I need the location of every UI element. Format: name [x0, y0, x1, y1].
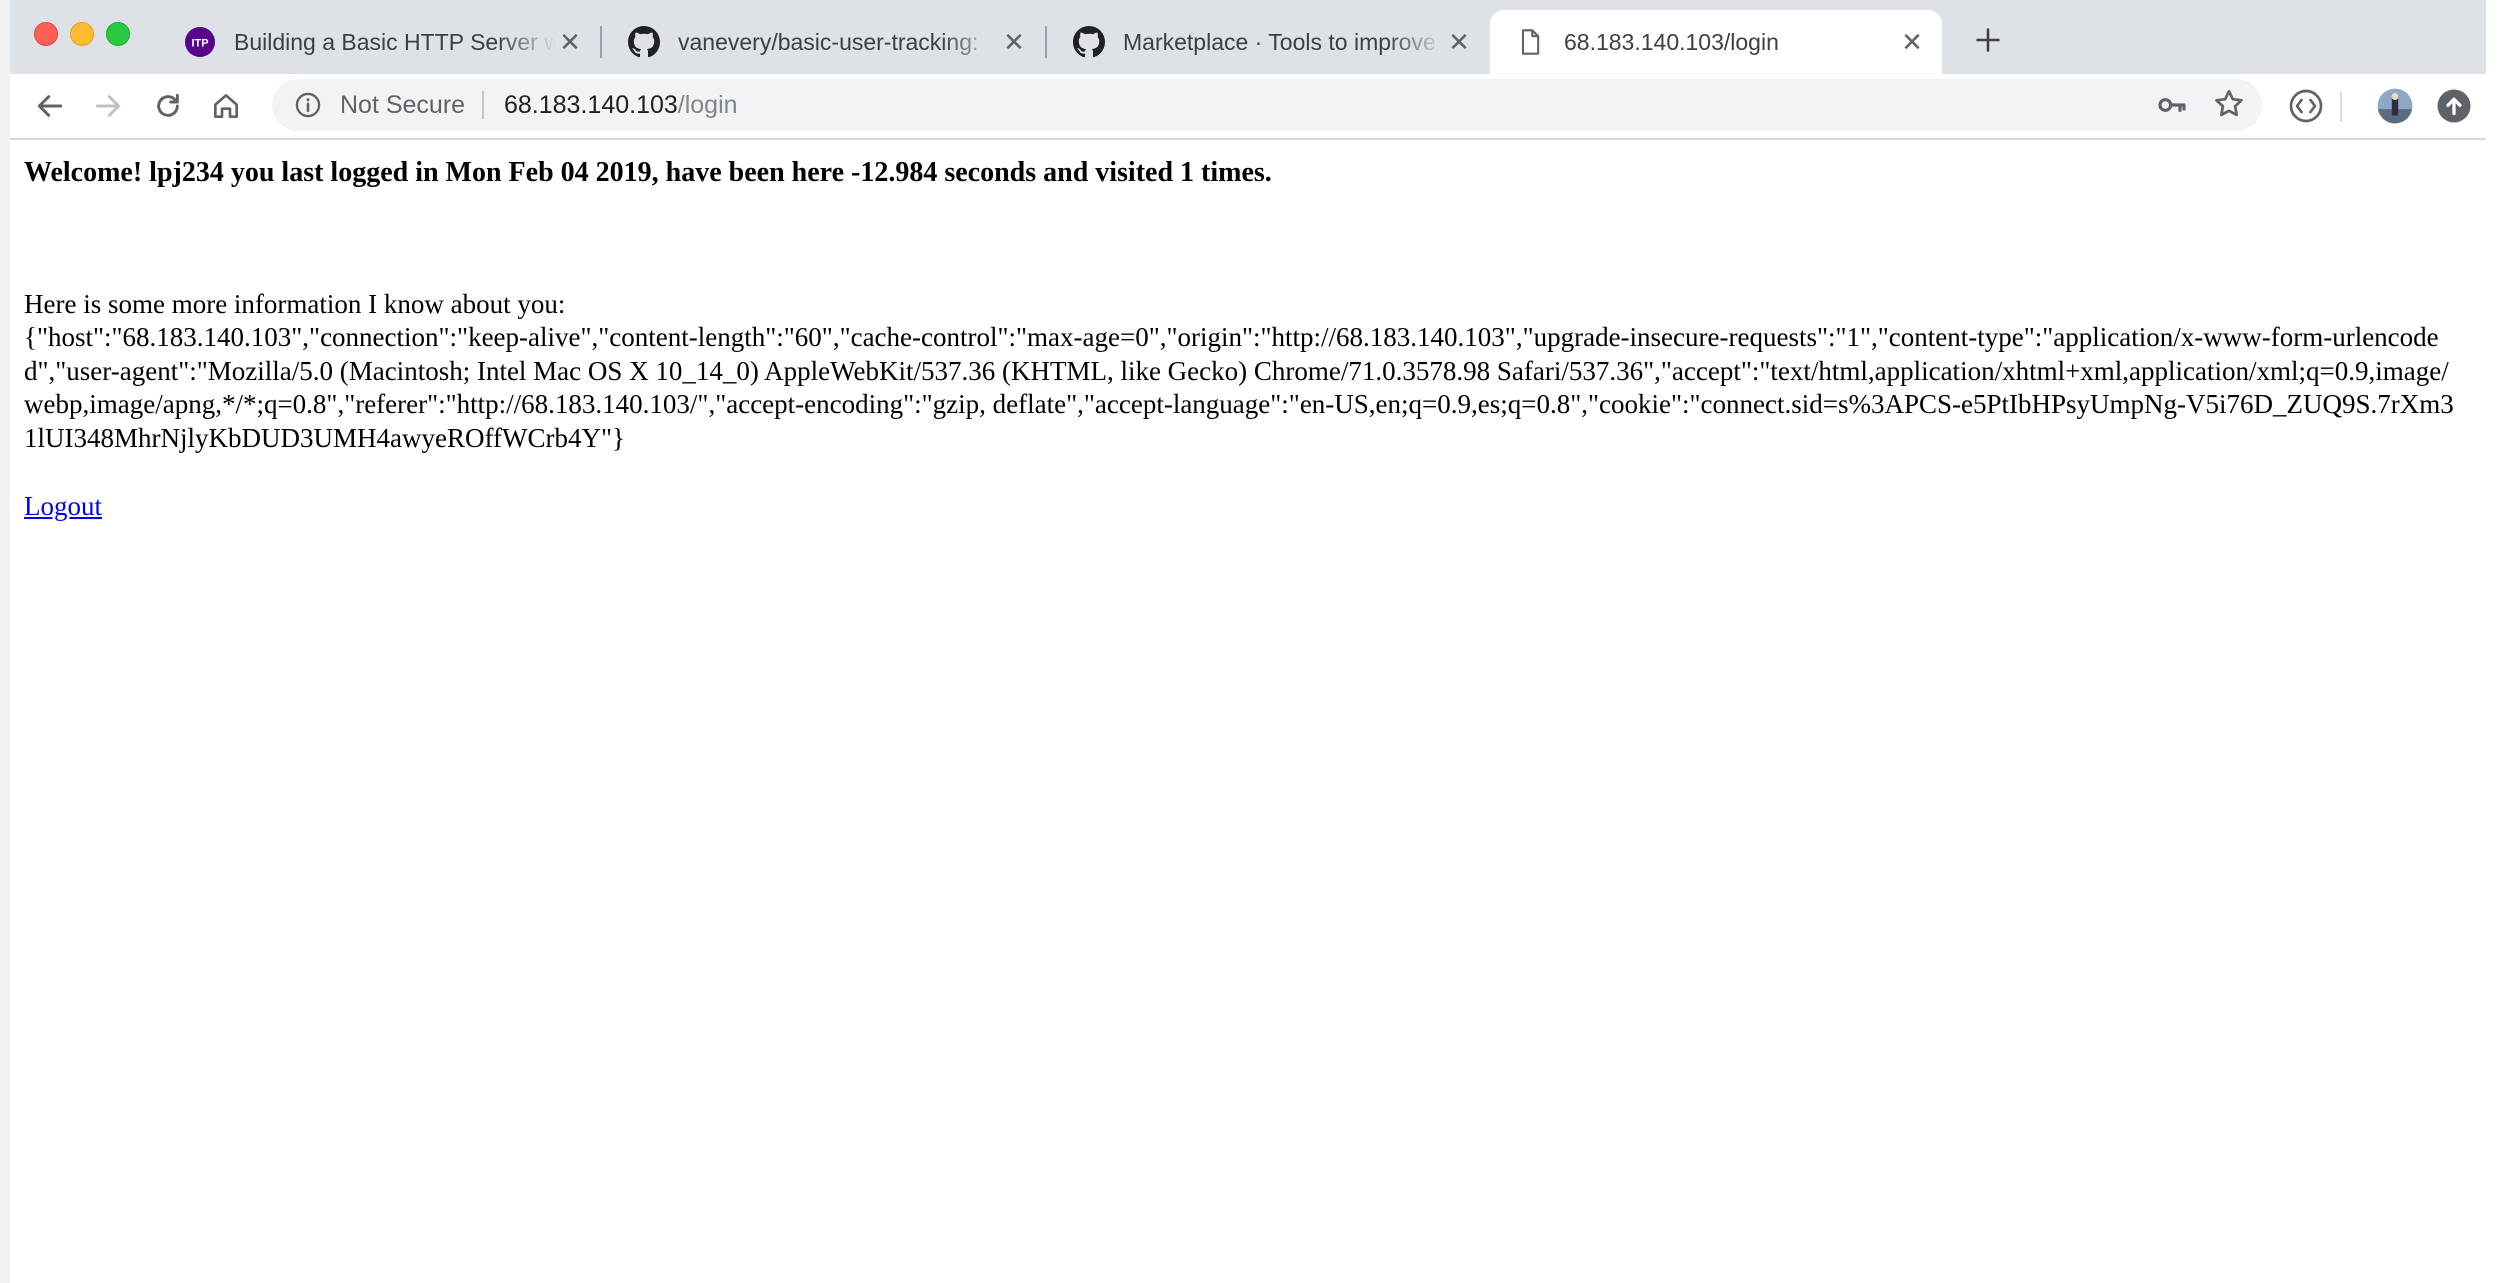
reload-icon [157, 93, 179, 117]
bookmark-star-icon[interactable] [2212, 87, 2246, 121]
request-headers-json: {"host":"68.183.140.103","connection":"k… [24, 322, 2454, 453]
address-bar[interactable]: Not Secure 68.183.140.103/login [272, 79, 2262, 131]
window-minimize-button[interactable] [70, 22, 94, 46]
update-arrow-icon[interactable] [2436, 88, 2472, 124]
security-status-label[interactable]: Not Secure [340, 79, 465, 131]
tab-close-icon[interactable]: ✕ [1000, 27, 1028, 57]
reload-button[interactable] [148, 86, 188, 126]
browser-window: ITP Building a Basic HTTP Server w ✕ van… [10, 0, 2486, 1283]
new-tab-button[interactable] [1970, 22, 2006, 58]
tab-basic-user-tracking[interactable]: vanevery/basic-user-tracking: ✕ [604, 10, 1044, 74]
plus-icon [1976, 28, 2000, 52]
itp-favicon-icon: ITP [184, 26, 216, 58]
github-icon [1073, 26, 1105, 58]
tab-strip: ITP Building a Basic HTTP Server w ✕ van… [10, 0, 2486, 74]
tab-title: 68.183.140.103/login [1564, 28, 1779, 55]
home-button[interactable] [206, 86, 246, 126]
extension-code-icon[interactable] [2288, 88, 2324, 124]
tab-close-icon[interactable]: ✕ [556, 27, 584, 57]
url-text[interactable]: 68.183.140.103/login [504, 79, 738, 131]
window-close-button[interactable] [34, 22, 58, 46]
tab-marketplace[interactable]: Marketplace · Tools to improve ✕ [1049, 10, 1489, 74]
url-path: /login [677, 91, 738, 119]
toolbar-separator [2340, 92, 2342, 122]
tab-building-http-server[interactable]: ITP Building a Basic HTTP Server w ✕ [160, 10, 600, 74]
tab-separator [1045, 26, 1047, 58]
tab-close-icon[interactable]: ✕ [1445, 27, 1473, 57]
info-intro-text: Here is some more information I know abo… [24, 289, 566, 319]
info-icon[interactable] [294, 91, 322, 119]
omnibox-divider [482, 91, 484, 119]
profile-avatar-icon[interactable] [2376, 87, 2414, 125]
itp-favicon-text: ITP [191, 38, 208, 50]
url-host: 68.183.140.103 [504, 91, 678, 119]
back-button[interactable] [30, 86, 70, 126]
desktop-background-left [0, 0, 10, 1283]
tab-close-icon[interactable]: ✕ [1898, 27, 1926, 57]
tab-separator [600, 26, 602, 58]
tab-login[interactable]: 68.183.140.103/login ✕ [1490, 10, 1942, 74]
forward-button[interactable] [88, 86, 128, 126]
welcome-message: Welcome! lpj234 you last logged in Mon F… [24, 157, 1272, 188]
key-icon[interactable] [2156, 89, 2188, 121]
arrow-left-icon [37, 95, 63, 117]
document-icon [1514, 26, 1546, 58]
arrow-right-icon [95, 95, 121, 117]
tab-title: Marketplace · Tools to improve [1123, 28, 1436, 55]
desktop-background-right [2486, 0, 2500, 1283]
home-icon [214, 94, 238, 118]
logout-link[interactable]: Logout [24, 490, 102, 523]
window-zoom-button[interactable] [106, 22, 130, 46]
browser-toolbar: Not Secure 68.183.140.103/login [10, 74, 2486, 140]
tab-title: vanevery/basic-user-tracking: [678, 28, 979, 55]
github-icon [628, 26, 660, 58]
page-content: Welcome! lpj234 you last logged in Mon F… [10, 140, 2486, 1283]
tab-title: Building a Basic HTTP Server w [234, 28, 556, 55]
